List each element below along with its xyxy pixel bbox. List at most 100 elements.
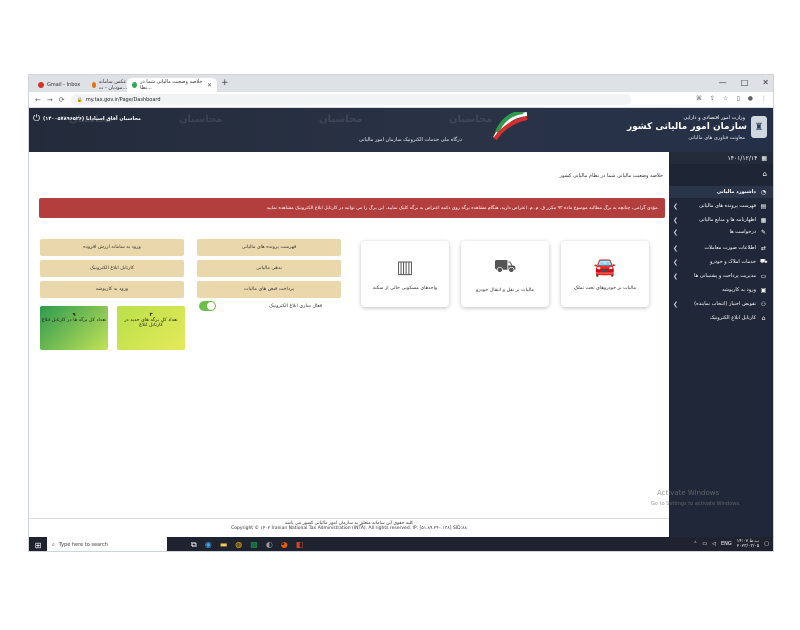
sidebar-item-cartable[interactable]: کارتابل ابلاغ الکترونیک ⌂ xyxy=(667,312,773,324)
browser-tab-bar: Gmail - Inbox ✕ عکس سامانه مودیان - ت...… xyxy=(29,75,773,92)
browser-tab-active[interactable]: خلاصه وضعیت مالیاتی شما در نظا... ✕ xyxy=(127,78,217,92)
chevron-up-icon[interactable]: ⌃ xyxy=(693,541,697,547)
card-vacant-units[interactable]: ▥ واحدهای مسکونی خالی از سکنه xyxy=(361,241,449,307)
url-input[interactable]: 🔒 my.tax.gov.ir/Page/Dashboard xyxy=(70,94,631,105)
watermark-text: محاسبان xyxy=(449,114,493,125)
tab-label: خلاصه وضعیت مالیاتی شما در نظا... xyxy=(140,79,203,91)
window-controls: — □ ✕ xyxy=(719,78,769,87)
workfolder-button[interactable]: ورود به کارپوشه xyxy=(40,281,184,298)
task-view-icon[interactable]: ⧉ xyxy=(191,540,197,550)
edge-icon[interactable]: ◉ xyxy=(205,540,212,550)
app-icon[interactable]: ◐ xyxy=(266,540,273,550)
page-icon xyxy=(92,82,96,88)
card-owned-cars-tax[interactable]: 🚘 مالیات بر خودروهای تحت تملک xyxy=(561,241,649,307)
tax-debt-button[interactable]: بدهی مالیاتی xyxy=(197,260,341,277)
chevron-left-icon: ❮ xyxy=(673,258,679,266)
sidebar-item-delegation[interactable]: ❮ تفویض اختیار (انتخاب نماینده) ⚇ xyxy=(667,298,773,310)
sidepanel-icon[interactable]: ▯ xyxy=(736,95,739,102)
clock[interactable]: ۱۴:۰۷ ب.ظ ۲۰۲۳/۰۳/۰۵ xyxy=(737,539,759,549)
taskbar-search-input[interactable]: ⌕ Type here to search xyxy=(47,537,167,551)
share-icon[interactable]: ⇪ xyxy=(710,95,715,102)
logout-icon[interactable]: ⏻ xyxy=(33,114,40,124)
tax-files-button[interactable]: فهرست پرونده های مالیاتی xyxy=(197,239,341,256)
search-icon: ⌕ xyxy=(52,542,55,548)
e-notice-toggle[interactable] xyxy=(199,301,216,311)
sidebar-item-label: اظهارنامه ها و منابع مالیاتی xyxy=(699,217,756,223)
payment-icon: ▭ xyxy=(760,272,767,280)
sidebar-item-tax-files[interactable]: ❮ فهرست پرونده های مالیاتی ▤ xyxy=(667,200,773,212)
stat-total-notices[interactable]: ۹ تعداد کل برگه ها در کارتابل ابلاغ xyxy=(40,306,108,350)
chevron-left-icon: ❮ xyxy=(673,272,679,280)
folder-icon: ▤ xyxy=(760,202,767,210)
watermark-text: محاسبان xyxy=(319,114,363,125)
forward-icon[interactable]: → xyxy=(47,96,53,104)
delegate-icon: ⚇ xyxy=(760,300,767,308)
powerpoint-icon[interactable]: ◧ xyxy=(296,540,304,550)
pay-tax-bills-button[interactable]: پرداخت قبض های مالیات xyxy=(197,281,341,298)
lock-icon: 🔒 xyxy=(76,96,83,103)
sidebar-item-transactions[interactable]: ❮ اطلاعات صورت معاملات ⇄ xyxy=(667,242,773,254)
volume-icon[interactable]: ◁ xyxy=(712,541,716,547)
reload-icon[interactable]: ⟳ xyxy=(59,96,65,104)
firefox-icon[interactable]: ◕ xyxy=(281,540,288,550)
vat-system-button[interactable]: ورود به سامانه ارزش افزوده xyxy=(40,239,184,256)
site-icon xyxy=(132,82,138,88)
user-name: محاسبان آفاق اسپادانا (۱۴۰۰۵۷۸۹۶۵۲۶) xyxy=(43,116,142,122)
inbox-icon: ▣ xyxy=(760,286,767,294)
sidebar-item-label: تفویض اختیار (انتخاب نماینده) xyxy=(694,301,756,307)
taskbar-apps: ⧉ ◉ ▬ ◍ ▩ ◐ ◕ ◧ xyxy=(191,540,303,550)
profile-icon[interactable]: ● xyxy=(748,95,753,102)
card-label: مالیات بر خودروهای تحت تملک xyxy=(573,286,637,291)
stat-new-notices[interactable]: ۳ تعداد کل برگه های جدید در کارتابل ابلا… xyxy=(117,306,185,350)
sidebar-item-workfolder[interactable]: ورود به کارپوشه ▣ xyxy=(667,284,773,296)
search-placeholder: Type here to search xyxy=(58,542,108,548)
card-car-transfer-tax[interactable]: ⛟ مالیات بر نقل و انتقال خودرو xyxy=(461,241,549,307)
building-icon: ▥ xyxy=(396,257,414,278)
translate-icon[interactable]: ⌘ xyxy=(696,95,702,102)
tab-label: Gmail - Inbox xyxy=(47,82,81,88)
screen: Gmail - Inbox ✕ عکس سامانه مودیان - ت...… xyxy=(28,74,774,552)
sidebar-item-label: خدمات املاک و خودرو xyxy=(709,259,756,265)
excel-icon[interactable]: ▩ xyxy=(250,540,258,550)
close-icon[interactable]: ✕ xyxy=(207,82,212,89)
watermark-text: محاسبان xyxy=(179,114,223,125)
e-notice-cartable-button[interactable]: کارتابل ابلاغ الکترونیک xyxy=(40,260,184,277)
taskbar: ⊞ ⌕ Type here to search ⧉ ◉ ▬ ◍ ▩ ◐ ◕ ◧ … xyxy=(29,537,773,551)
back-icon[interactable]: ← xyxy=(35,96,41,104)
sidebar-item-label: کارتابل ابلاغ الکترونیک xyxy=(709,315,756,321)
org-name: سازمان امور مالیاتی کشور xyxy=(626,122,747,132)
file-explorer-icon[interactable]: ▬ xyxy=(220,540,228,550)
chrome-icon[interactable]: ◍ xyxy=(235,540,242,550)
maximize-button[interactable]: □ xyxy=(741,78,749,87)
system-tray: ⌃ ▭ ◁ ENG ۱۴:۰۷ ب.ظ ۲۰۲۳/۰۳/۰۵ ▢ xyxy=(693,539,769,549)
windows-start-icon[interactable]: ⊞ xyxy=(29,541,47,550)
alert-banner: مؤدی گرامی، چنانچه به برگ مطالبه موضوع م… xyxy=(39,198,665,218)
sidebar-item-declarations[interactable]: ❮ اظهارنامه ها و منابع مالیاتی ▦ xyxy=(667,214,773,226)
home-icon[interactable]: ⌂ xyxy=(763,170,767,178)
request-icon: ✎ xyxy=(760,228,767,236)
minimize-button[interactable]: — xyxy=(719,78,727,87)
activate-windows-subtitle: Go to Settings to activate Windows. xyxy=(651,501,741,507)
language-indicator[interactable]: ENG xyxy=(721,541,732,547)
sidebar-item-label: اطلاعات صورت معاملات xyxy=(704,245,756,251)
card-label: واحدهای مسکونی خالی از سکنه xyxy=(372,286,438,291)
star-icon[interactable]: ☆ xyxy=(723,95,728,102)
chevron-left-icon: ❮ xyxy=(673,300,679,308)
sidebar-item-dashboard[interactable]: داشبورد مالیاتی ◔ xyxy=(667,186,773,198)
sidebar-item-property-services[interactable]: ❮ خدمات املاک و خودرو ⛟ xyxy=(667,256,773,268)
gmail-icon xyxy=(38,82,44,88)
breadcrumb: خلاصه وضعیت مالیاتی شما در نظام مالیاتی … xyxy=(559,173,663,179)
sidebar-item-payments[interactable]: ❮ مدیریت پرداخت و پشتیبانی ها ▭ xyxy=(667,270,773,282)
new-tab-button[interactable]: + xyxy=(221,78,229,88)
sidebar-item-requests[interactable]: ❮ درخواست ها ✎ xyxy=(667,226,773,238)
sidebar: داشبورد مالیاتی ◔ ❮ فهرست پرونده های مال… xyxy=(667,186,773,551)
cartable-icon: ⌂ xyxy=(761,314,766,322)
close-window-button[interactable]: ✕ xyxy=(762,78,769,87)
toggle-knob xyxy=(207,302,215,310)
network-icon[interactable]: ▭ xyxy=(702,541,707,547)
notification-icon[interactable]: ▢ xyxy=(764,541,769,547)
car-transfer-icon: ⛟ xyxy=(493,255,517,277)
main-content: خلاصه وضعیت مالیاتی شما در نظام مالیاتی … xyxy=(29,152,669,518)
ministry-name: وزارت امور اقتصادی و دارایی xyxy=(683,115,745,121)
menu-icon[interactable]: ⋮ xyxy=(761,95,767,102)
